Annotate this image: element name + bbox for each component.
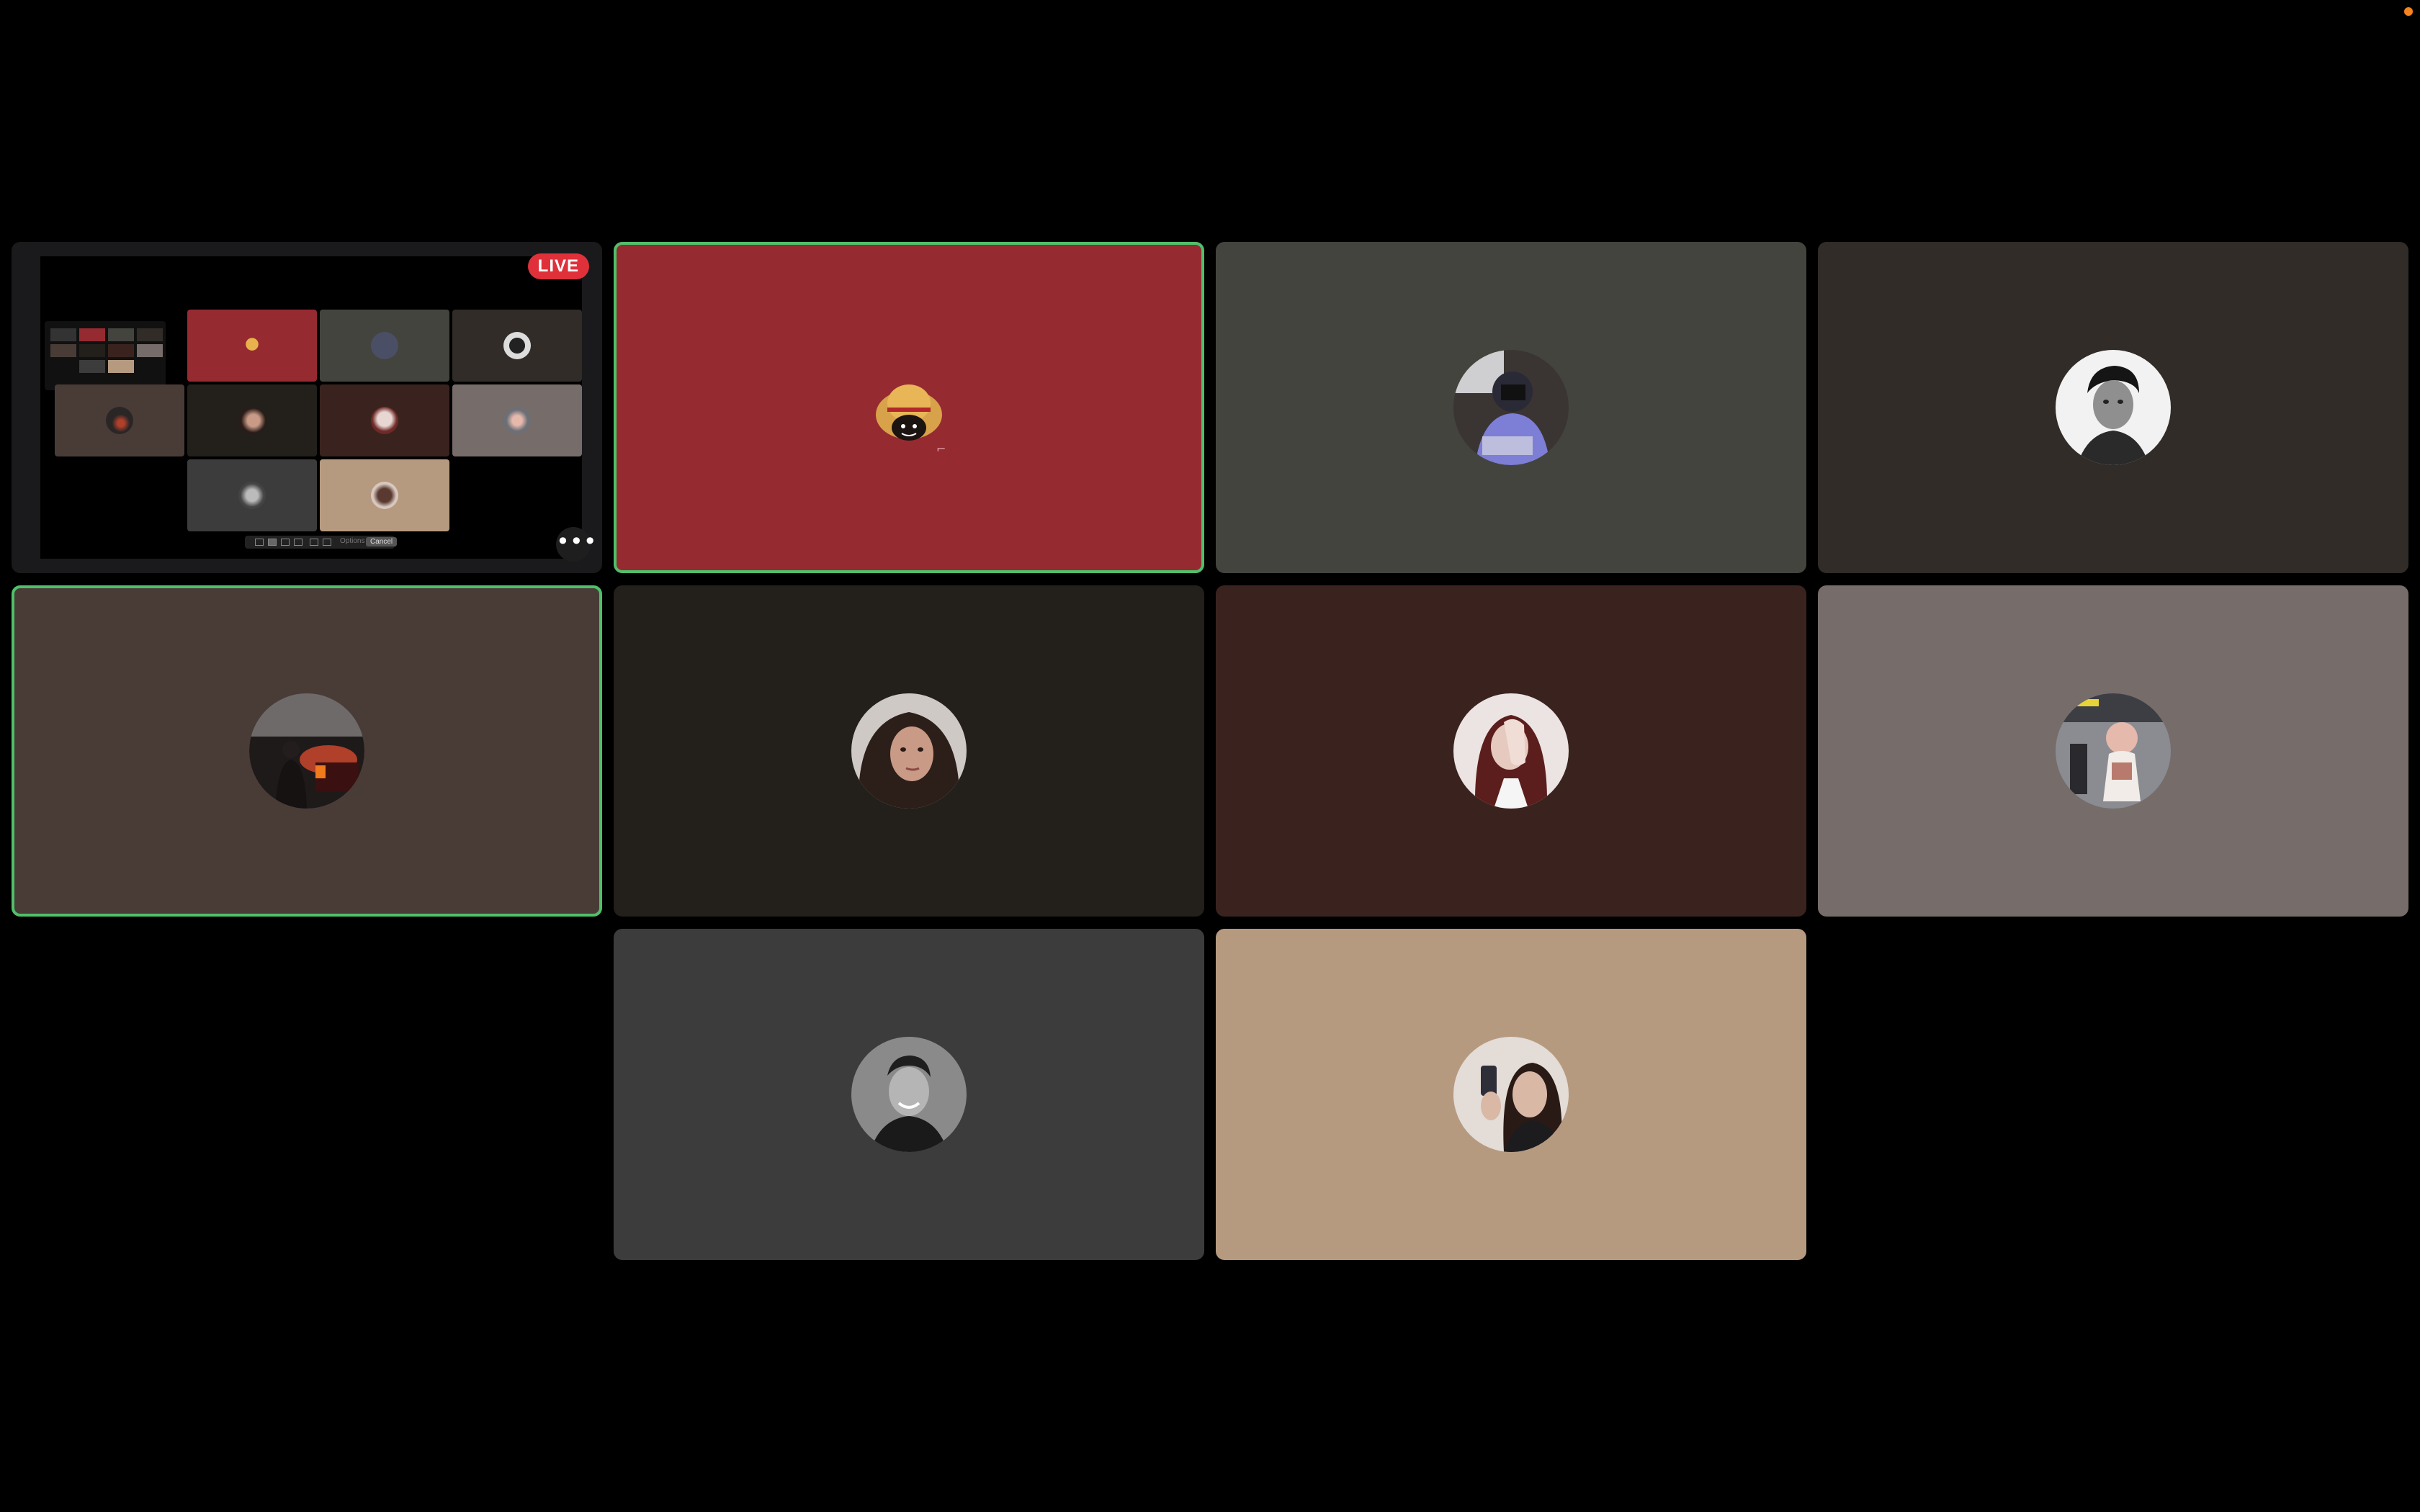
more-options-button[interactable]: ••• — [556, 527, 597, 562]
mini-tile-p3 — [452, 310, 582, 382]
smiling-man-bw-avatar — [851, 1037, 967, 1152]
participant-tile-p5[interactable] — [614, 585, 1204, 917]
live-badge: LIVE — [527, 253, 589, 279]
participant-tile-p9[interactable] — [1216, 929, 1806, 1260]
person-at-desk-avatar — [1453, 350, 1569, 465]
mini-tile-p6 — [320, 384, 449, 456]
mini-tile-p8 — [187, 459, 317, 531]
shared-screen-content: Options Cancel — [40, 256, 582, 559]
airport-plush-avatar — [2056, 693, 2171, 809]
black-white-portrait-avatar — [2056, 350, 2171, 465]
participant-tile-p8[interactable] — [614, 929, 1204, 1260]
mini-toolbar-options: Options — [340, 537, 365, 545]
participant-tile-p7[interactable] — [1818, 585, 2408, 917]
woman-portrait-avatar — [851, 693, 967, 809]
mini-tile-p5 — [187, 384, 317, 456]
mini-toolbar-cancel: Cancel — [366, 537, 398, 546]
mini-tile-p2 — [320, 310, 449, 382]
participant-tile-p1[interactable]: ⌐ — [614, 242, 1204, 573]
straw-hat-cartoon-avatar — [851, 350, 967, 465]
participant-tile-p4[interactable] — [12, 585, 602, 917]
participant-tile-p6[interactable] — [1216, 585, 1806, 917]
nested-preview — [45, 321, 166, 390]
mini-tile-p7 — [452, 384, 582, 456]
mirror-selfie-avatar — [1453, 1037, 1569, 1152]
participant-tile-p3[interactable] — [1818, 242, 2408, 573]
mini-tile-p9 — [320, 459, 449, 531]
night-street-avatar — [249, 693, 364, 809]
mini-tile-p4 — [55, 384, 184, 456]
recording-status-dot — [2404, 7, 2413, 16]
cursor-icon: ⌐ — [936, 442, 946, 456]
participant-tile-p2[interactable] — [1216, 242, 1806, 573]
screen-share-preview-tile[interactable]: Options Cancel LIVE ••• — [12, 242, 602, 573]
mini-toolbar: Options Cancel — [245, 536, 398, 549]
hand-over-face-avatar — [1453, 693, 1569, 809]
mini-tile-p1 — [187, 310, 317, 382]
